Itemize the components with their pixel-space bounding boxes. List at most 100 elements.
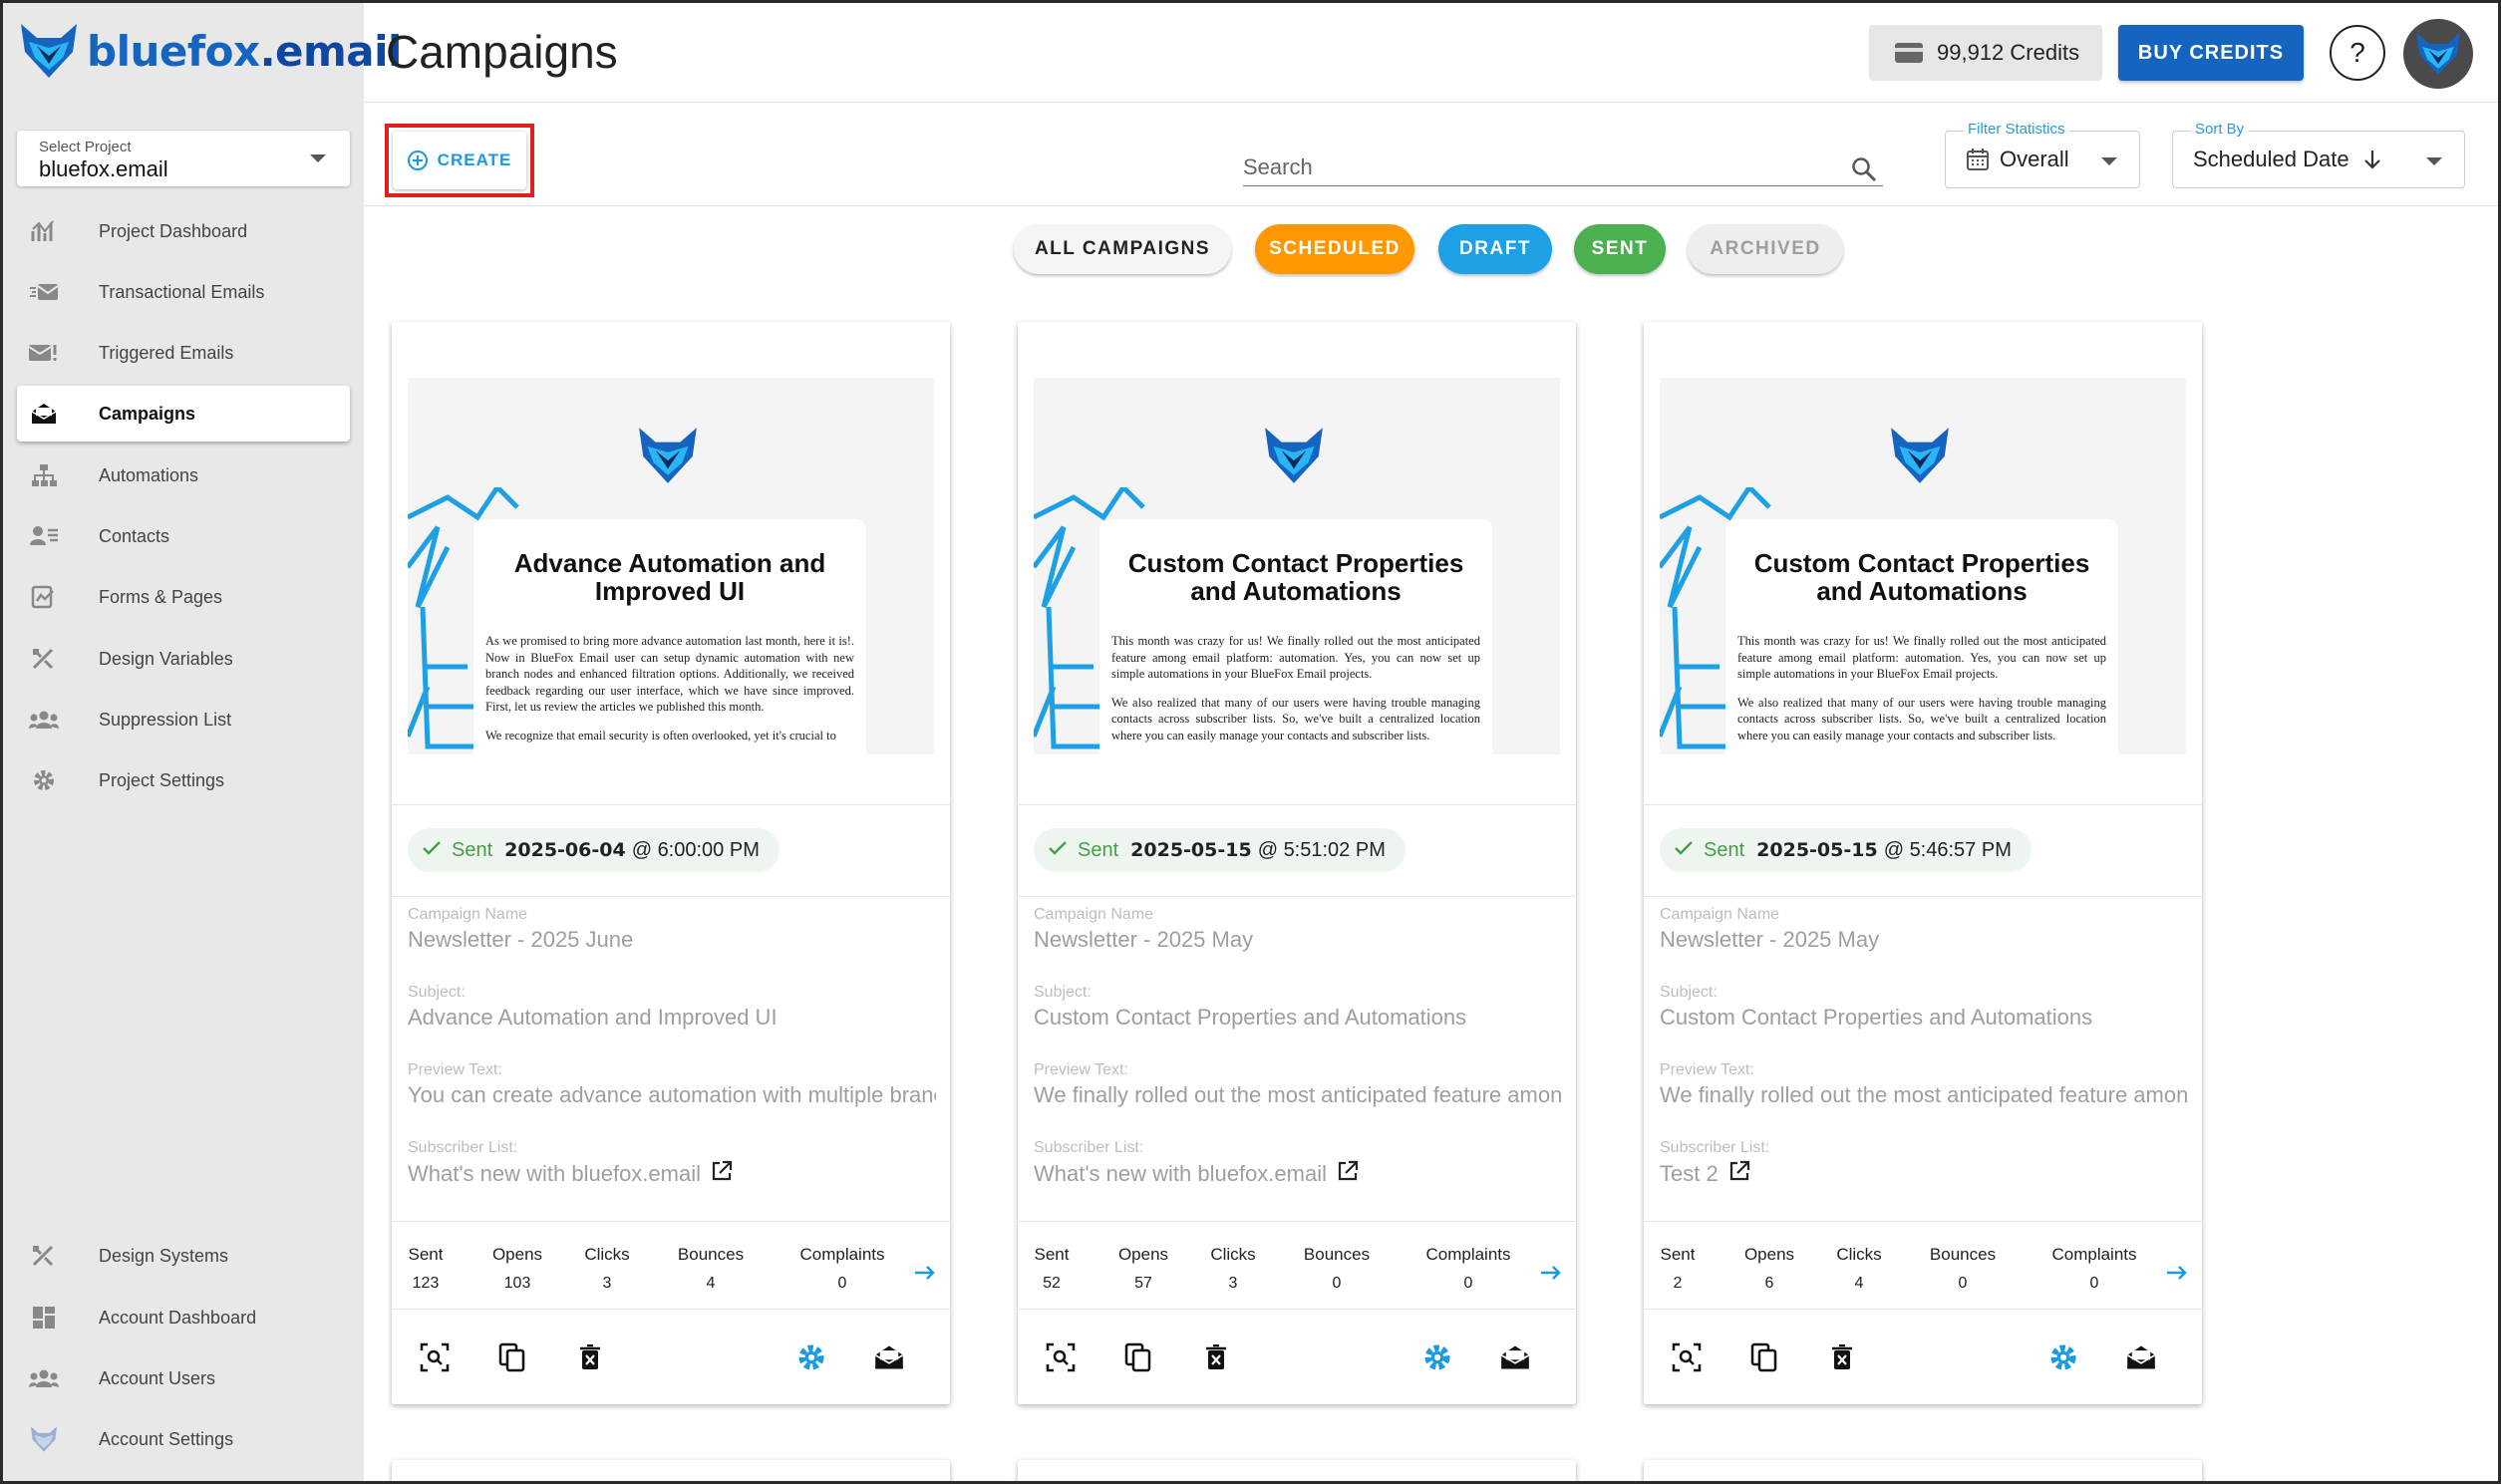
buy-credits-button[interactable]: BUY CREDITS (2118, 25, 2304, 81)
campaign-name-field: Campaign Name Newsletter - 2025 May (1034, 906, 1562, 953)
subscriber-list-field: Subscriber List: Test 2 (1660, 1139, 2188, 1188)
campaign-card[interactable]: Custom Contact Properties and Automation… (1644, 322, 2202, 1404)
stat-bounces: Bounces 4 (677, 1245, 745, 1293)
filter-chip-scheduled[interactable]: SCHEDULED (1255, 224, 1414, 274)
project-select[interactable]: Select Project bluefox.email (17, 131, 350, 186)
design-tools-icon (29, 647, 59, 671)
campaign-card-partial[interactable] (1644, 1460, 2202, 1481)
filter-chip-draft[interactable]: DRAFT (1438, 224, 1552, 274)
sidebar-item-transactional-emails[interactable]: Transactional Emails (17, 264, 350, 320)
stat-complaints: Complaints 0 (2044, 1245, 2144, 1293)
open-in-new-icon[interactable] (1728, 1160, 1750, 1188)
field-value[interactable]: Test 2 (1660, 1160, 2188, 1188)
open-in-new-icon[interactable] (1337, 1160, 1359, 1188)
campaign-card-partial[interactable] (392, 1460, 950, 1481)
open-in-new-icon[interactable] (711, 1160, 733, 1188)
sidebar-item-design-variables[interactable]: Design Variables (17, 631, 350, 687)
divider (1644, 1221, 2202, 1222)
preview-search-icon[interactable] (418, 1340, 452, 1374)
sidebar-item-label: Campaigns (99, 403, 196, 424)
delete-icon[interactable] (1825, 1340, 1859, 1374)
search-icon[interactable] (1851, 156, 1877, 187)
preview-search-icon[interactable] (1044, 1340, 1078, 1374)
sidebar-item-suppression-list[interactable]: Suppression List (17, 692, 350, 747)
sidebar-item-project-dashboard[interactable]: Project Dashboard (17, 203, 350, 259)
delete-icon[interactable] (1199, 1340, 1233, 1374)
email-preview-thumbnail[interactable]: Custom Contact Properties and Automation… (1660, 378, 2186, 754)
email-preview-body: This month was crazy for us! We finally … (1111, 633, 1480, 743)
logo[interactable]: bluefox.email (17, 19, 402, 83)
sidebar-item-project-settings[interactable]: Project Settings (17, 752, 350, 808)
email-preview-thumbnail[interactable]: Advance Automation and Improved UI As we … (408, 378, 934, 754)
filter-statistics-value: Overall (2000, 147, 2069, 171)
check-icon (422, 839, 442, 862)
email-preview-body: As we promised to bring more advance aut… (485, 633, 854, 743)
sidebar-item-account-dashboard[interactable]: Account Dashboard (17, 1290, 350, 1345)
arrow-right-icon[interactable] (914, 1265, 936, 1286)
email-open-icon[interactable] (872, 1340, 906, 1374)
email-preview-title: Custom Contact Properties and Automation… (1127, 548, 1464, 606)
campaign-card-partial[interactable] (1018, 1460, 1576, 1481)
email-preview-thumbnail[interactable]: Custom Contact Properties and Automation… (1034, 378, 1560, 754)
credits-display[interactable]: 99,912 Credits (1869, 25, 2102, 81)
preview-text-field: Preview Text: We finally rolled out the m… (1660, 1061, 2188, 1108)
arrow-right-icon[interactable] (2166, 1265, 2188, 1286)
campaign-stats: Sent 52 Opens 57 Clicks 3 Bounces 0 Complaints 0 (1018, 1241, 1576, 1301)
stat-label: Clicks (1210, 1245, 1256, 1264)
field-label: Campaign Name (408, 906, 528, 923)
duplicate-icon[interactable] (1121, 1340, 1155, 1374)
duplicate-icon[interactable] (495, 1340, 529, 1374)
divider (392, 804, 950, 805)
campaign-card[interactable]: Advance Automation and Improved UI As we … (392, 322, 950, 1404)
arrow-right-icon[interactable] (1540, 1265, 1562, 1286)
sidebar-item-contacts[interactable]: Contacts (17, 508, 350, 564)
sidebar-item-account-settings[interactable]: Account Settings (17, 1411, 350, 1467)
field-value[interactable]: What's new with bluefox.email (408, 1160, 936, 1188)
campaign-card[interactable]: Custom Contact Properties and Automation… (1018, 322, 1576, 1404)
divider (392, 1309, 950, 1310)
filter-chip-archived[interactable]: ARCHIVED (1688, 224, 1843, 274)
create-button[interactable]: CREATE (393, 132, 526, 189)
avatar[interactable] (2403, 19, 2473, 89)
fox-logo-icon (1887, 426, 1953, 490)
help-button[interactable]: ? (2330, 25, 2385, 81)
email-preview-paragraph: This month was crazy for us! We finally … (1737, 634, 2106, 681)
email-open-icon[interactable] (2124, 1340, 2158, 1374)
gear-icon[interactable] (794, 1340, 828, 1374)
email-preview-paragraph: This month was crazy for us! We finally … (1111, 634, 1480, 681)
campaign-stats: Sent 2 Opens 6 Clicks 4 Bounces 0 Complaints 0 (1644, 1241, 2202, 1301)
field-value: Newsletter - 2025 June (408, 927, 936, 953)
divider (1018, 1309, 1576, 1310)
sidebar-item-campaigns[interactable]: Campaigns (17, 386, 350, 442)
divider (392, 896, 950, 897)
sidebar-item-triggered-emails[interactable]: Triggered Emails (17, 325, 350, 381)
gear-icon[interactable] (1420, 1340, 1454, 1374)
search-input[interactable] (1243, 154, 1841, 180)
field-value: Custom Contact Properties and Automation… (1660, 1005, 2188, 1031)
stat-clicks: Clicks 3 (1199, 1245, 1267, 1293)
sidebar-item-forms-pages[interactable]: Forms & Pages (17, 569, 350, 625)
email-open-icon[interactable] (1498, 1340, 1532, 1374)
gear-icon[interactable] (2046, 1340, 2080, 1374)
filter-chip-sent[interactable]: SENT (1574, 224, 1666, 274)
stat-label: Complaints (799, 1245, 885, 1264)
stat-label: Bounces (1303, 1245, 1371, 1264)
delete-icon[interactable] (573, 1340, 607, 1374)
sidebar-item-design-systems[interactable]: Design Systems (17, 1228, 350, 1284)
sort-by-select[interactable]: Sort By Scheduled Date (2172, 121, 2465, 188)
stat-label: Sent (1034, 1245, 1070, 1264)
duplicate-icon[interactable] (1747, 1340, 1781, 1374)
filter-statistics-select[interactable]: Filter Statistics Overall (1945, 121, 2140, 188)
filter-statistics-label: Filter Statistics (1964, 121, 2069, 138)
stat-opens: Opens 57 (1109, 1245, 1177, 1293)
field-value-text: Newsletter - 2025 May (1660, 927, 1880, 952)
fox-icon (29, 1425, 59, 1453)
account-group-icon (29, 710, 59, 730)
arrow-down-icon[interactable] (2363, 149, 2381, 169)
search-field[interactable] (1243, 154, 1883, 186)
preview-search-icon[interactable] (1670, 1340, 1704, 1374)
sidebar-item-automations[interactable]: Automations (17, 447, 350, 503)
field-value[interactable]: What's new with bluefox.email (1034, 1160, 1562, 1188)
filter-chip-all-campaigns[interactable]: ALL CAMPAIGNS (1014, 224, 1231, 274)
sidebar-item-account-users[interactable]: Account Users (17, 1350, 350, 1406)
